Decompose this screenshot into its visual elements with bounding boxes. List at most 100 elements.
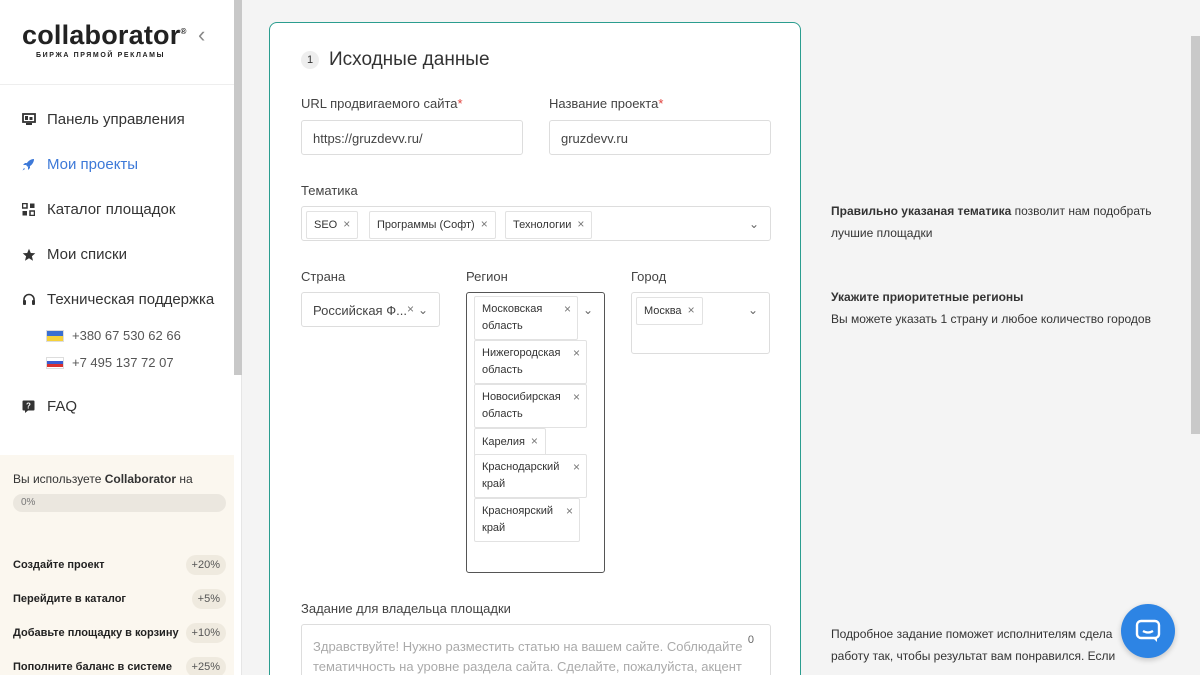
usage-brand: Collaborator bbox=[104, 472, 177, 486]
sidebar-item-label: Мои проекты bbox=[47, 156, 139, 173]
project-name-input[interactable]: gruzdevv.ru bbox=[549, 120, 771, 155]
phone-number: +7 495 137 72 07 bbox=[72, 355, 174, 370]
task-hint: Подробное задание поможет исполнителям с… bbox=[831, 623, 1151, 667]
region-hint: Укажите приоритетные регионы Вы можете у… bbox=[831, 286, 1181, 330]
remove-tag-icon[interactable]: × bbox=[481, 217, 488, 231]
remove-tag-icon[interactable]: × bbox=[531, 434, 538, 448]
task-item[interactable]: Перейдите в каталог +5% bbox=[13, 582, 226, 616]
region-tag: Нижегородская × область bbox=[474, 340, 587, 384]
dashboard-icon bbox=[21, 112, 36, 127]
clear-country-icon[interactable]: × bbox=[407, 302, 414, 316]
topic-label: Тематика bbox=[301, 183, 358, 198]
sidebar-item-faq[interactable]: ? FAQ bbox=[0, 384, 234, 429]
usage-prefix: Вы используете bbox=[13, 472, 102, 486]
task-label: Пополните баланс в системе bbox=[13, 661, 172, 673]
ua-flag-icon bbox=[46, 329, 64, 342]
progress-label: 0% bbox=[21, 497, 36, 508]
tag-label-line2: край bbox=[482, 522, 506, 534]
country-label: Страна bbox=[301, 269, 346, 284]
tag-label: Москва bbox=[644, 305, 682, 317]
task-percent: +5% bbox=[191, 589, 226, 609]
step-title: Исходные данные bbox=[329, 49, 490, 70]
faq-icon: ? bbox=[21, 399, 36, 414]
url-input[interactable]: https://gruzdevv.ru/ bbox=[301, 120, 523, 155]
required-mark: * bbox=[457, 96, 463, 111]
project-form-card: 1 Исходные данные URL продвигаемого сайт… bbox=[269, 22, 801, 675]
task-percent: +25% bbox=[185, 657, 226, 675]
url-label-text: URL продвигаемого сайта bbox=[301, 96, 458, 111]
hint-text: позволит нам подобрать bbox=[1011, 204, 1152, 218]
step-header: 1 Исходные данные bbox=[301, 49, 490, 71]
tag-label: Карелия bbox=[482, 436, 525, 448]
hint-bold: Укажите приоритетные регионы bbox=[831, 290, 1024, 304]
headset-icon bbox=[21, 292, 36, 307]
remove-tag-icon[interactable]: × bbox=[573, 345, 580, 362]
usage-progress-panel: Вы используете Collaborator на 0% Создай… bbox=[0, 455, 234, 675]
sidebar: collaborator® БИРЖА ПРЯМОЙ РЕКЛАМЫ ‹ Пан… bbox=[0, 0, 242, 675]
phone-ua[interactable]: +380 67 530 62 66 bbox=[0, 322, 234, 349]
city-select[interactable]: Москва × ⌄ bbox=[631, 292, 770, 354]
region-tag: Новосибирская × область bbox=[474, 384, 587, 428]
sidebar-item-label: Панель управления bbox=[47, 111, 185, 128]
tag-label-line1: Московская bbox=[482, 303, 543, 315]
task-label: Задание для владельца площадки bbox=[301, 601, 511, 616]
tag-label-line1: Красноярский bbox=[482, 505, 554, 517]
tag-label-line1: Новосибирская bbox=[482, 391, 561, 403]
chevron-down-icon[interactable]: ⌄ bbox=[581, 303, 595, 317]
hint-text: Вы можете указать 1 страну и любое колич… bbox=[831, 312, 1151, 326]
svg-text:?: ? bbox=[26, 402, 31, 411]
task-item[interactable]: Пополните баланс в системе +25% bbox=[13, 650, 226, 675]
task-textarea[interactable]: Здравствуйте! Нужно разместить статью на… bbox=[301, 624, 771, 675]
sidebar-scrollbar[interactable] bbox=[234, 0, 242, 375]
logo[interactable]: collaborator® БИРЖА ПРЯМОЙ РЕКЛАМЫ bbox=[22, 20, 187, 59]
remove-tag-icon[interactable]: × bbox=[564, 301, 571, 318]
tag-label-line2: область bbox=[482, 320, 523, 332]
tag-label-line2: край bbox=[482, 478, 506, 490]
remove-tag-icon[interactable]: × bbox=[688, 303, 695, 317]
phone-ru[interactable]: +7 495 137 72 07 bbox=[0, 349, 234, 376]
task-item[interactable]: Создайте проект +20% bbox=[13, 548, 226, 582]
sidebar-item-label: Каталог площадок bbox=[47, 201, 176, 218]
tag-label-line1: Краснодарский bbox=[482, 461, 560, 473]
topic-tag: Программы (Софт) × bbox=[369, 211, 496, 239]
step-number: 1 bbox=[301, 51, 319, 69]
remove-tag-icon[interactable]: × bbox=[577, 217, 584, 231]
sidebar-item-projects[interactable]: Мои проекты bbox=[0, 142, 234, 187]
city-label: Город bbox=[631, 269, 667, 284]
chat-button[interactable] bbox=[1121, 604, 1175, 658]
usage-progress-bar: 0% bbox=[13, 494, 226, 512]
region-tag: Краснодарский × край bbox=[474, 454, 587, 498]
sidebar-item-label: FAQ bbox=[47, 398, 78, 415]
collapse-sidebar-button[interactable]: ‹ bbox=[198, 22, 218, 48]
region-tag: Карелия × bbox=[474, 428, 546, 456]
sidebar-item-label: Мои списки bbox=[47, 246, 127, 263]
task-placeholder: Здравствуйте! Нужно разместить статью на… bbox=[313, 639, 743, 674]
remove-tag-icon[interactable]: × bbox=[343, 217, 350, 231]
task-label: Перейдите в каталог bbox=[13, 593, 127, 605]
remove-tag-icon[interactable]: × bbox=[573, 389, 580, 406]
remove-tag-icon[interactable]: × bbox=[566, 503, 573, 520]
sidebar-item-lists[interactable]: Мои списки bbox=[0, 232, 234, 277]
onboarding-task-list: Создайте проект +20% Перейдите в каталог… bbox=[13, 548, 226, 675]
hint-text: лучшие площадки bbox=[831, 226, 933, 240]
tag-label: Программы (Софт) bbox=[377, 219, 475, 231]
remove-tag-icon[interactable]: × bbox=[573, 459, 580, 476]
sidebar-item-support[interactable]: Техническая поддержка bbox=[0, 277, 234, 322]
topic-select[interactable]: SEO × Программы (Софт) × Технологии × ⌄ bbox=[301, 206, 771, 241]
divider bbox=[0, 84, 234, 85]
task-label: Создайте проект bbox=[13, 559, 105, 571]
task-item[interactable]: Добавьте площадку в корзину +10% bbox=[13, 616, 226, 650]
chevron-down-icon[interactable]: ⌄ bbox=[416, 303, 430, 317]
country-select[interactable]: Российская Ф... × ⌄ bbox=[301, 292, 440, 327]
sidebar-item-dashboard[interactable]: Панель управления bbox=[0, 97, 234, 142]
phone-number: +380 67 530 62 66 bbox=[72, 328, 181, 343]
chevron-down-icon[interactable]: ⌄ bbox=[747, 217, 761, 231]
region-select[interactable]: Московская × область Нижегородская × область… bbox=[466, 292, 605, 573]
logo-subtitle: БИРЖА ПРЯМОЙ РЕКЛАМЫ bbox=[36, 52, 166, 59]
sidebar-item-label: Техническая поддержка bbox=[47, 291, 215, 308]
chevron-down-icon[interactable]: ⌄ bbox=[746, 303, 760, 317]
sidebar-item-catalog[interactable]: Каталог площадок bbox=[0, 187, 234, 232]
project-name-label: Название проекта* bbox=[549, 96, 663, 111]
main-content: 1 Исходные данные URL продвигаемого сайт… bbox=[242, 0, 1200, 675]
page-scrollbar[interactable] bbox=[1191, 36, 1200, 434]
